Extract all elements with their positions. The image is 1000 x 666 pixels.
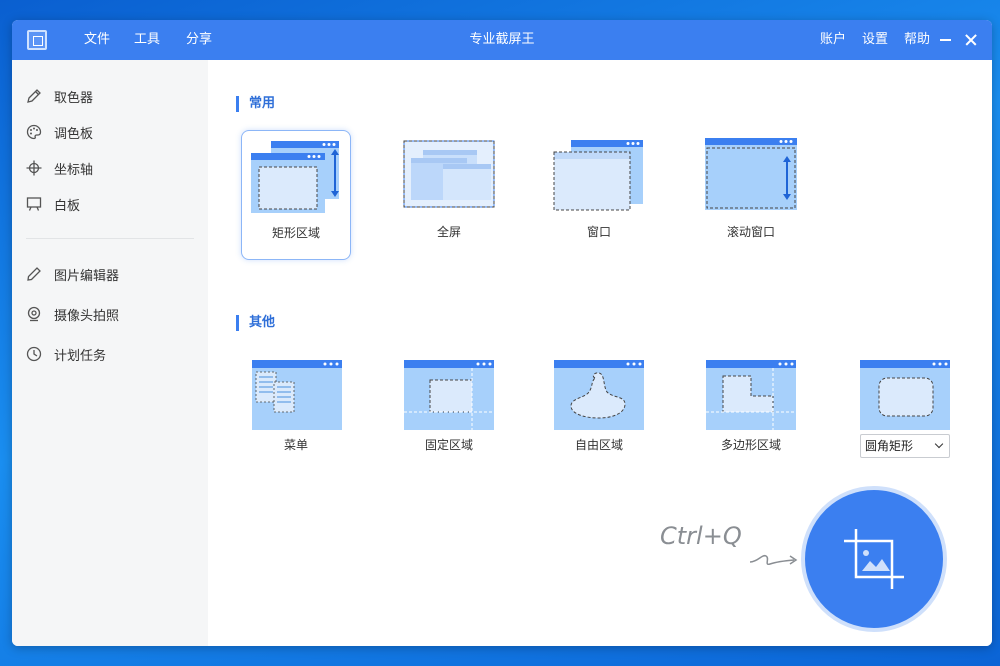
mode-free-region[interactable]: 自由区域: [544, 350, 654, 480]
free-region-icon: [554, 360, 644, 430]
shape-select[interactable]: 圆角矩形: [860, 434, 950, 458]
window-icon: [553, 140, 643, 211]
pen-icon: [27, 89, 41, 103]
sidebar-item-whiteboard[interactable]: 白板: [26, 192, 196, 216]
sidebar-item-label: 坐标轴: [54, 162, 94, 178]
minimize-icon[interactable]: [938, 32, 954, 48]
crop-capture-icon: [844, 529, 904, 589]
rectangle-region-icon: [251, 141, 339, 213]
mode-fullscreen[interactable]: 全屏: [394, 130, 504, 260]
whiteboard-icon: [26, 197, 42, 211]
sidebar-item-scheduled-task[interactable]: 计划任务: [26, 342, 196, 366]
main-panel: 常用 矩形区域 全屏 窗口 滚动窗口 其他 菜单 固定区域 自由区域 多边形区域…: [208, 60, 992, 646]
scrolling-window-icon: [705, 138, 797, 210]
fixed-region-icon: [404, 360, 494, 430]
mode-label: 固定区域: [424, 438, 473, 452]
sidebar-item-coordinate-axis[interactable]: 坐标轴: [26, 156, 196, 180]
close-icon[interactable]: [963, 32, 979, 48]
mode-label: 多边形区域: [720, 438, 781, 452]
section-title-other: 其他: [236, 315, 275, 331]
sidebar-item-label: 计划任务: [54, 348, 107, 364]
menu-file[interactable]: 文件: [84, 20, 110, 60]
sidebar-item-label: 摄像头拍照: [54, 308, 120, 324]
menu-capture-icon: [252, 360, 342, 430]
app-window: 文件 工具 分享 专业截屏王 账户 设置 帮助 取色器 调色板 坐标轴 白板 图…: [12, 20, 992, 646]
polygon-region-icon: [706, 360, 796, 430]
webcam-icon: [27, 306, 41, 322]
settings-button[interactable]: 设置: [862, 20, 888, 60]
sidebar: 取色器 调色板 坐标轴 白板 图片编辑器 摄像头拍照 计划任务: [12, 60, 208, 646]
mode-rectangle-region[interactable]: 矩形区域: [241, 130, 351, 260]
shape-select-value: 圆角矩形: [865, 439, 914, 453]
title-bar: 文件 工具 分享 专业截屏王 账户 设置 帮助: [12, 20, 992, 60]
sidebar-item-webcam[interactable]: 摄像头拍照: [26, 302, 196, 326]
menu-tools[interactable]: 工具: [134, 20, 160, 60]
pencil-icon: [27, 267, 41, 281]
mode-label: 自由区域: [574, 438, 623, 452]
mode-polygon-region[interactable]: 多边形区域: [696, 350, 806, 480]
mode-label: 滚动窗口: [726, 225, 775, 239]
mode-label: 窗口: [586, 225, 611, 239]
account-button[interactable]: 账户: [820, 20, 846, 60]
mode-label: 全屏: [436, 225, 461, 239]
mode-scrolling-window[interactable]: 滚动窗口: [696, 130, 806, 260]
hotkey-hint: Ctrl+Q: [660, 522, 742, 550]
capture-button[interactable]: [801, 486, 947, 632]
mode-label: 菜单: [283, 438, 308, 452]
sidebar-item-palette[interactable]: 调色板: [26, 120, 196, 144]
clock-icon: [26, 346, 42, 362]
palette-icon: [26, 124, 42, 140]
help-button[interactable]: 帮助: [904, 20, 930, 60]
mode-menu[interactable]: 菜单: [241, 350, 351, 480]
sidebar-item-image-editor[interactable]: 图片编辑器: [26, 262, 196, 286]
section-title-common: 常用: [236, 96, 275, 112]
rounded-rectangle-icon: [860, 360, 950, 430]
sidebar-item-color-picker[interactable]: 取色器: [26, 84, 196, 108]
chevron-down-icon: [934, 439, 944, 449]
sidebar-item-label: 图片编辑器: [54, 268, 120, 284]
crosshair-icon: [26, 160, 42, 176]
mode-label: 矩形区域: [271, 226, 320, 240]
sidebar-item-label: 调色板: [54, 126, 94, 142]
app-logo-icon: [27, 30, 47, 50]
mode-fixed-region[interactable]: 固定区域: [394, 350, 504, 480]
fullscreen-icon: [403, 140, 495, 208]
mode-window[interactable]: 窗口: [544, 130, 654, 260]
sidebar-item-label: 取色器: [54, 90, 94, 106]
mode-rounded-rectangle[interactable]: [848, 350, 958, 430]
curly-arrow-icon: [749, 554, 798, 566]
sidebar-item-label: 白板: [54, 198, 81, 214]
menu-share[interactable]: 分享: [186, 20, 212, 60]
sidebar-divider: [26, 238, 194, 239]
